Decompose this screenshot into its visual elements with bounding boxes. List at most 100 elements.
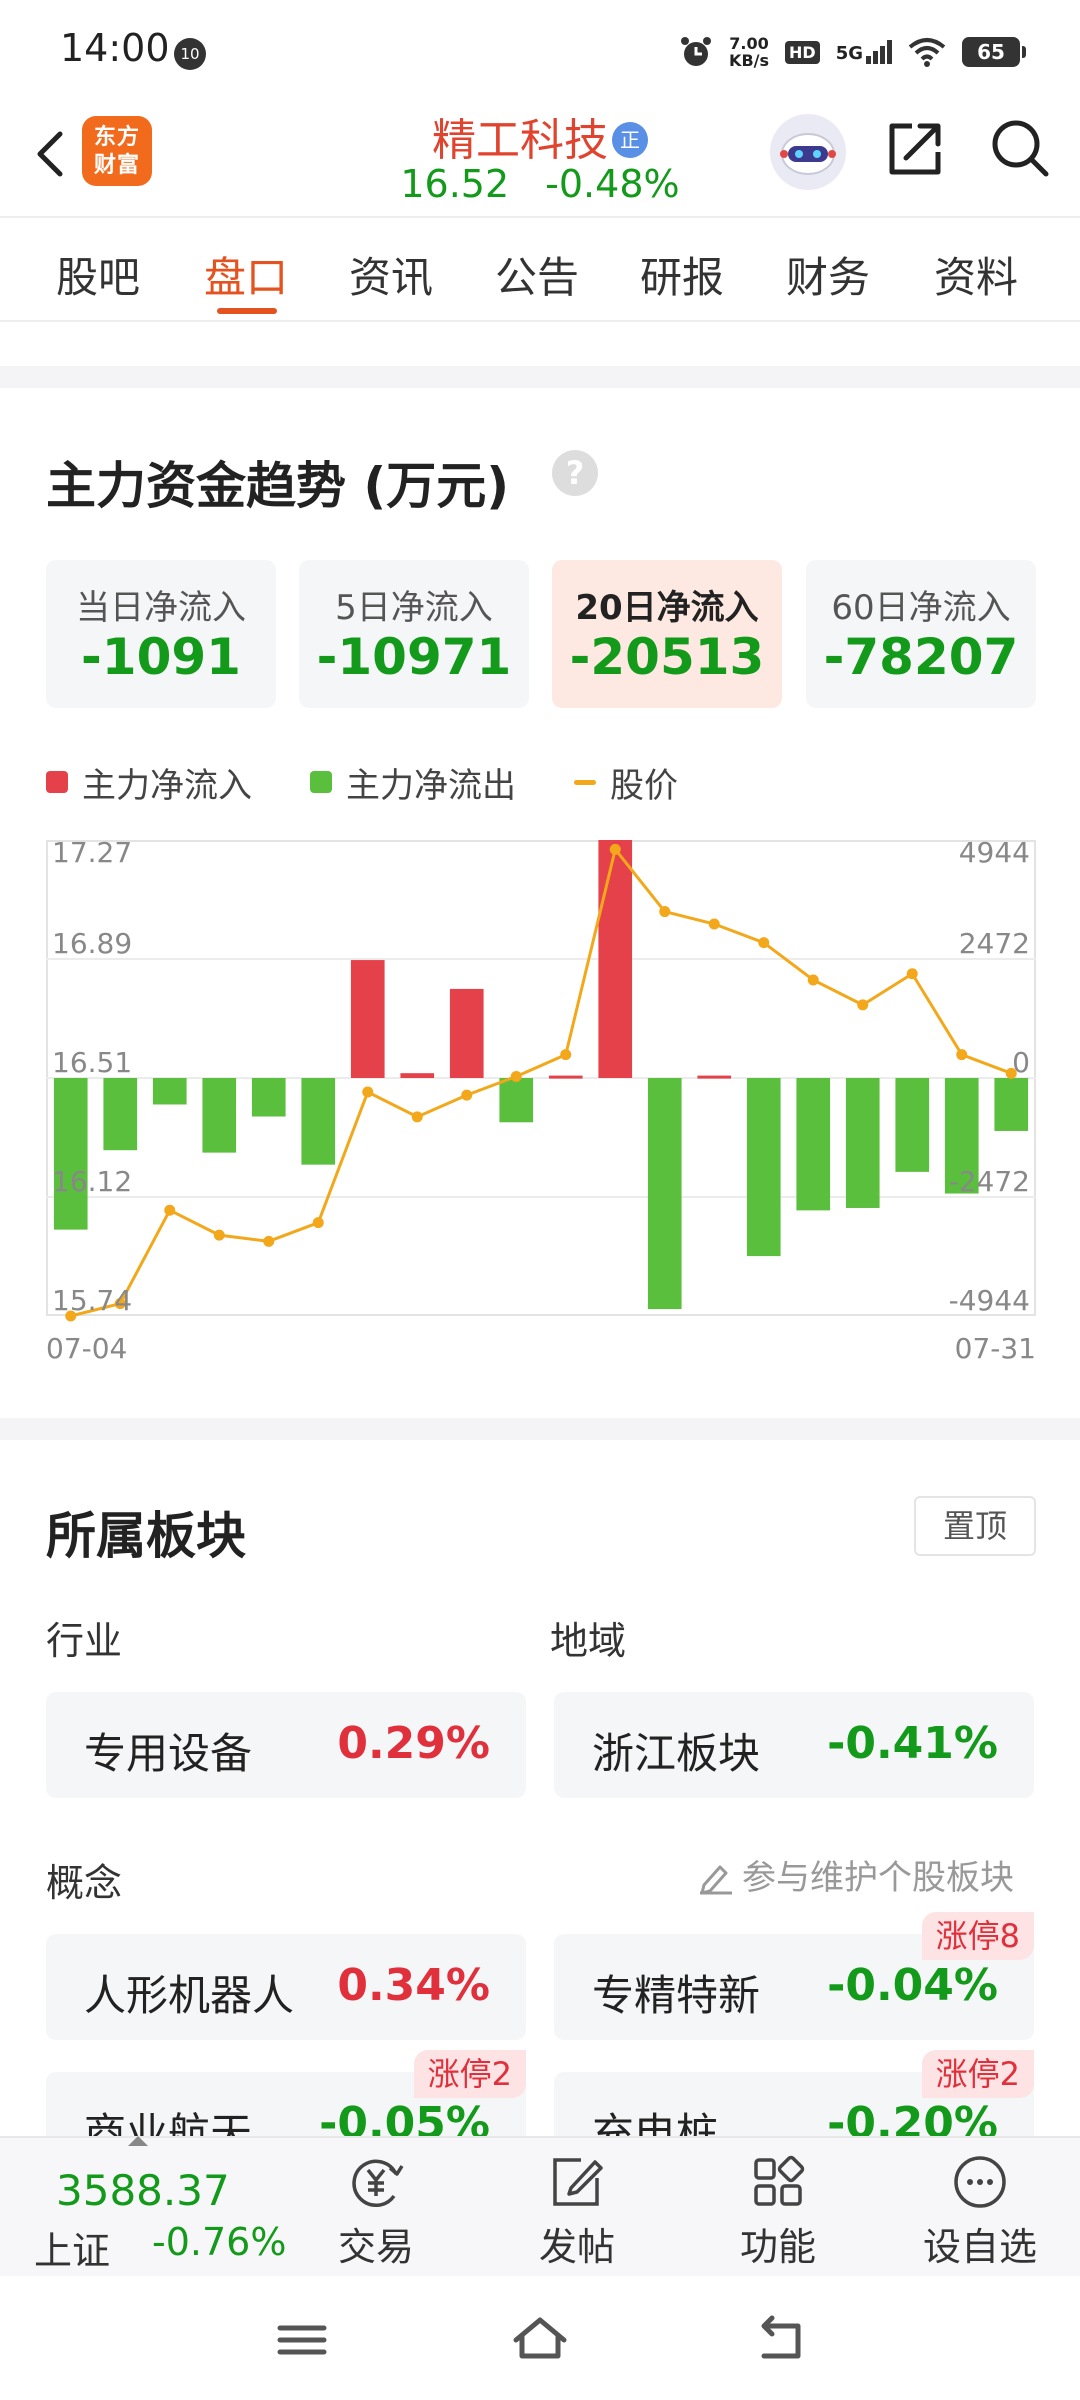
net-speed-value: 7.00 <box>729 34 769 53</box>
sectors-title: 所属板块 <box>46 1507 246 1565</box>
section-divider <box>0 1418 1080 1440</box>
right-axis-tick: -2472 <box>949 1165 1030 1198</box>
status-time: 14:00 <box>60 26 170 70</box>
maintain-sectors-link[interactable]: 参与维护个股板块 <box>696 1850 1014 1899</box>
inflow-bar <box>598 840 633 1078</box>
right-axis-tick: 0 <box>1012 1046 1030 1079</box>
legend-inflow-swatch <box>46 771 68 793</box>
search-icon[interactable] <box>988 116 1052 180</box>
price-point <box>560 1049 572 1061</box>
sector-name: 人形机器人 <box>84 1971 295 2020</box>
tab-research[interactable]: 研报 <box>640 244 724 305</box>
price-point <box>758 937 770 949</box>
legend-inflow: 主力净流入 <box>46 758 252 807</box>
flow-card-label: 20日净流入 <box>575 588 759 628</box>
stock-change-pct: -0.48% <box>545 162 680 206</box>
flow-card-value: -78207 <box>823 628 1019 686</box>
sector-card-concept[interactable]: 人形机器人 0.34% <box>46 1934 526 2040</box>
add-watchlist-button[interactable]: 设自选 <box>910 2152 1050 2272</box>
price-point <box>362 1086 374 1098</box>
functions-button[interactable]: 功能 <box>708 2152 848 2272</box>
section-divider <box>0 366 1080 388</box>
left-axis-tick: 16.12 <box>52 1165 132 1198</box>
tab-finance[interactable]: 财务 <box>786 244 870 305</box>
tab-guba[interactable]: 股吧 <box>56 244 140 305</box>
price-point <box>164 1204 176 1216</box>
index-value: 3588.37 <box>56 2166 230 2215</box>
inflow-bar <box>400 1073 435 1078</box>
post-button[interactable]: 发帖 <box>507 2152 647 2272</box>
sector-card-concept[interactable]: 涨停8 专精特新 -0.04% <box>554 1912 1034 2040</box>
concept-label: 概念 <box>46 1861 123 1905</box>
net-speed-unit: KB/s <box>729 51 770 70</box>
price-point <box>956 1049 968 1061</box>
left-axis-tick: 15.74 <box>52 1284 132 1317</box>
sector-name: 专精特新 <box>592 1971 761 2020</box>
inflow-bar <box>449 988 484 1078</box>
price-point <box>659 906 671 918</box>
signal-bars-icon <box>866 40 892 64</box>
legend-price-swatch <box>574 779 596 785</box>
inflow-bar <box>350 960 385 1078</box>
bottom-toolbar: 3588.37 上证 -0.76% 交易 发帖 功能 设自选 <box>0 2136 1080 2276</box>
flow-card-20d[interactable]: 20日净流入 -20513 <box>552 560 782 708</box>
price-point <box>461 1089 473 1101</box>
price-point <box>213 1229 225 1241</box>
outflow-bar <box>746 1078 781 1257</box>
outflow-bar <box>845 1078 880 1208</box>
price-point <box>906 968 918 980</box>
help-icon[interactable]: ? <box>552 450 598 496</box>
share-icon[interactable] <box>884 116 948 180</box>
tab-pankou[interactable]: 盘口 <box>204 244 288 305</box>
legend-price: 股价 <box>574 758 678 807</box>
outflow-bar <box>103 1078 138 1151</box>
tab-news[interactable]: 资讯 <box>349 244 433 305</box>
right-axis-tick: -4944 <box>949 1284 1030 1317</box>
net-flow-cards: 当日净流入 -1091 5日净流入 -10971 20日净流入 -20513 6… <box>46 560 1036 708</box>
outflow-bar <box>53 1078 88 1230</box>
post-label: 发帖 <box>538 2225 615 2269</box>
status-bar: 14:00 10 7.00 KB/s HD 5G 65 <box>0 0 1080 100</box>
wifi-icon <box>908 38 946 67</box>
price-point <box>411 1111 423 1123</box>
stock-name: 精工科技 <box>432 115 608 166</box>
sector-change: -0.04% <box>827 1960 998 2011</box>
flow-card-today[interactable]: 当日净流入 -1091 <box>46 560 276 708</box>
menu-icon[interactable] <box>272 2312 332 2368</box>
left-axis-tick: 16.89 <box>52 927 132 960</box>
region-label: 地域 <box>550 1619 627 1663</box>
inflow-bar <box>697 1075 732 1079</box>
capital-trend-title: 主力资金趋势 (万元) <box>46 457 510 515</box>
price-point <box>312 1217 324 1229</box>
capital-flow-chart[interactable]: 17.27 16.89 16.51 16.12 15.74 4944 2472 0 -2472 -… <box>46 836 1036 1370</box>
left-axis-tick: 16.51 <box>52 1046 132 1079</box>
back-nav-icon[interactable] <box>750 2312 810 2368</box>
assistant-robot-icon[interactable] <box>770 114 846 190</box>
sector-card-industry[interactable]: 专用设备 0.29% <box>46 1692 526 1798</box>
limit-up-badge: 涨停8 <box>921 1912 1034 1960</box>
trade-button[interactable]: 交易 <box>306 2152 446 2272</box>
tab-announcements[interactable]: 公告 <box>495 244 579 305</box>
trade-yuan-icon <box>352 2159 404 2207</box>
index-change: -0.76% <box>152 2220 287 2264</box>
pin-to-top-button[interactable]: 置顶 <box>914 1496 1036 1556</box>
signal-label: 5G <box>835 43 863 64</box>
sector-change: 0.29% <box>337 1718 490 1769</box>
sector-name: 浙江板块 <box>592 1729 761 1778</box>
sector-card-region[interactable]: 浙江板块 -0.41% <box>554 1692 1034 1798</box>
home-icon[interactable] <box>510 2312 570 2368</box>
legend-outflow-label: 主力净流出 <box>346 765 516 806</box>
x-axis-start-label: 07-04 <box>46 1332 127 1365</box>
limit-up-badge: 涨停2 <box>921 2050 1034 2098</box>
tab-bar: 股吧 盘口 资讯 公告 研报 财务 资料 <box>0 216 1080 322</box>
add-watchlist-label: 设自选 <box>922 2225 1037 2269</box>
outflow-bar <box>152 1078 187 1105</box>
outflow-bar <box>796 1078 831 1211</box>
flow-card-60d[interactable]: 60日净流入 -78207 <box>806 560 1036 708</box>
legend-outflow: 主力净流出 <box>310 758 516 807</box>
flow-card-5d[interactable]: 5日净流入 -10971 <box>299 560 529 708</box>
x-axis-end-label: 07-31 <box>955 1332 1036 1365</box>
sector-name: 专用设备 <box>84 1729 253 1778</box>
inflow-bar <box>548 1075 583 1079</box>
tab-profile[interactable]: 资料 <box>934 244 1018 305</box>
